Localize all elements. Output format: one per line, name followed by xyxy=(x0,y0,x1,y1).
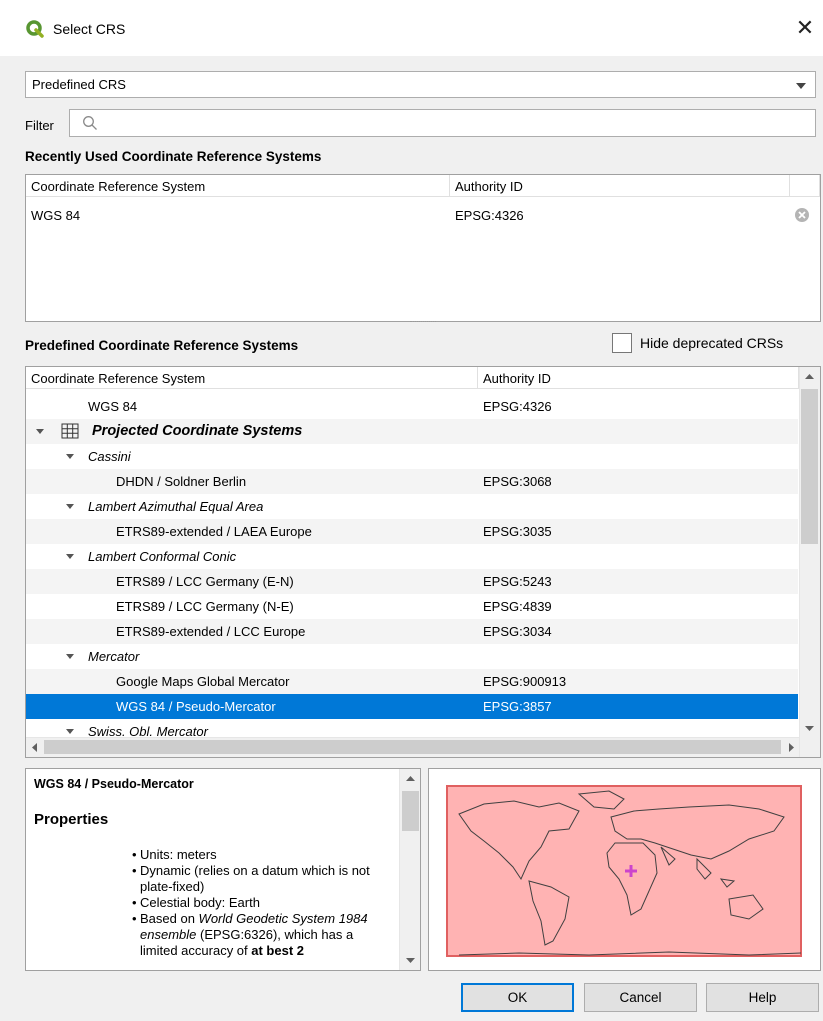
column-header-authority[interactable]: Authority ID xyxy=(478,367,799,389)
crs-authority-id: EPSG:3035 xyxy=(483,524,552,539)
scroll-right-icon[interactable] xyxy=(788,742,796,753)
chevron-down-icon[interactable] xyxy=(66,504,74,509)
tree-row[interactable]: DHDN / Soldner Berlin EPSG:3068 xyxy=(26,469,798,494)
crs-category-name: Lambert Azimuthal Equal Area xyxy=(88,499,264,514)
scroll-down-icon[interactable] xyxy=(405,957,416,965)
help-button[interactable]: Help xyxy=(706,983,819,1012)
recent-row-id[interactable]: EPSG:4326 xyxy=(455,208,524,223)
crs-authority-id: EPSG:3034 xyxy=(483,624,552,639)
splitter-handle[interactable] xyxy=(410,321,436,327)
property-item: Based on World Geodetic System 1984 ense… xyxy=(34,911,394,959)
chevron-down-icon[interactable] xyxy=(66,454,74,459)
crs-category-name: Cassini xyxy=(88,449,131,464)
predefined-crs-tree[interactable]: Coordinate Reference System Authority ID… xyxy=(25,366,821,758)
tree-row[interactable]: ETRS89-extended / LAEA Europe EPSG:3035 xyxy=(26,519,798,544)
crs-name: ETRS89 / LCC Germany (E-N) xyxy=(116,574,294,589)
scroll-up-icon[interactable] xyxy=(804,372,815,380)
search-icon xyxy=(83,116,97,130)
property-item: Dynamic (relies on a datum which is not … xyxy=(34,863,394,895)
crs-authority-id: EPSG:3857 xyxy=(483,699,552,714)
tree-row-selected[interactable]: WGS 84 / Pseudo-Mercator EPSG:3857 xyxy=(26,694,798,719)
crs-name: Google Maps Global Mercator xyxy=(116,674,290,689)
crs-name: ETRS89-extended / LCC Europe xyxy=(116,624,306,639)
hide-deprecated-checkbox[interactable] xyxy=(612,333,632,353)
crs-category-name: Lambert Conformal Conic xyxy=(88,549,237,564)
crs-name: WGS 84 xyxy=(88,399,138,414)
scroll-left-icon[interactable] xyxy=(30,742,38,753)
crs-name: ETRS89-extended / LAEA Europe xyxy=(116,524,312,539)
crs-extent-map xyxy=(428,768,821,971)
crs-authority-id: EPSG:900913 xyxy=(483,674,567,689)
crs-authority-id: EPSG:4839 xyxy=(483,599,552,614)
cancel-button[interactable]: Cancel xyxy=(584,983,697,1012)
tree-row[interactable]: Google Maps Global Mercator EPSG:900913 xyxy=(26,669,798,694)
extent-rectangle xyxy=(446,785,802,957)
tree-row[interactable]: ETRS89-extended / LCC Europe EPSG:3034 xyxy=(26,619,798,644)
qgis-logo-icon xyxy=(26,20,44,38)
remove-circle-icon[interactable] xyxy=(794,207,810,223)
recent-crs-table[interactable]: Coordinate Reference System Authority ID… xyxy=(25,174,821,322)
details-scrollbar-thumb[interactable] xyxy=(402,791,419,831)
crs-authority-id: EPSG:5243 xyxy=(483,574,552,589)
tree-row[interactable]: Lambert Conformal Conic xyxy=(26,544,798,569)
chevron-down-icon[interactable] xyxy=(66,654,74,659)
column-header-extra xyxy=(790,175,820,197)
tree-row[interactable]: Mercator xyxy=(26,644,798,669)
property-item: Units: meters xyxy=(34,847,394,863)
scroll-up-icon[interactable] xyxy=(405,774,416,782)
chevron-down-icon xyxy=(796,83,806,89)
column-header-authority[interactable]: Authority ID xyxy=(450,175,790,197)
chevron-down-icon[interactable] xyxy=(66,729,74,734)
hide-deprecated-label[interactable]: Hide deprecated CRSs xyxy=(640,335,783,351)
crs-name: WGS 84 / Pseudo-Mercator xyxy=(116,699,276,714)
property-item: Celestial body: Earth xyxy=(34,895,394,911)
details-vertical-scrollbar[interactable] xyxy=(399,769,420,970)
properties-heading: Properties xyxy=(34,811,109,828)
accuracy-value: at best 2 xyxy=(251,943,305,958)
ok-button[interactable]: OK xyxy=(461,983,574,1012)
details-heading: WGS 84 / Pseudo-Mercator xyxy=(34,777,194,791)
column-header-crs[interactable]: Coordinate Reference System xyxy=(26,175,450,197)
filter-input[interactable] xyxy=(69,109,816,137)
crs-authority-id: EPSG:3068 xyxy=(483,474,552,489)
horizontal-scrollbar-thumb[interactable] xyxy=(44,740,781,754)
column-header-crs[interactable]: Coordinate Reference System xyxy=(26,367,478,389)
crs-authority-id: EPSG:4326 xyxy=(483,399,552,414)
filter-label: Filter xyxy=(25,118,54,133)
crs-details-panel[interactable]: WGS 84 / Pseudo-Mercator Properties Unit… xyxy=(25,768,421,971)
close-button[interactable]: ✕ xyxy=(790,14,820,44)
world-map-preview xyxy=(446,785,802,957)
recent-crs-title: Recently Used Coordinate Reference Syste… xyxy=(25,149,322,164)
tree-row[interactable]: Cassini xyxy=(26,444,798,469)
tree-row[interactable]: ETRS89 / LCC Germany (N-E) EPSG:4839 xyxy=(26,594,798,619)
recent-row-name[interactable]: WGS 84 xyxy=(31,208,80,223)
tree-row[interactable]: WGS 84 EPSG:4326 xyxy=(26,394,798,419)
chevron-down-icon[interactable] xyxy=(36,429,44,434)
tree-row[interactable]: Lambert Azimuthal Equal Area xyxy=(26,494,798,519)
crs-group-name: Projected Coordinate Systems xyxy=(92,423,303,439)
properties-list: Units: meters Dynamic (relies on a datum… xyxy=(34,847,394,959)
scroll-down-icon[interactable] xyxy=(804,725,815,733)
tree-row[interactable]: Projected Coordinate Systems xyxy=(26,419,798,444)
predefined-crs-title: Predefined Coordinate Reference Systems xyxy=(25,338,299,353)
crs-category-name: Mercator xyxy=(88,649,140,664)
chevron-down-icon[interactable] xyxy=(66,554,74,559)
based-on-prefix: Based on xyxy=(140,911,199,926)
tree-row[interactable]: ETRS89 / LCC Germany (E-N) EPSG:5243 xyxy=(26,569,798,594)
crs-name: DHDN / Soldner Berlin xyxy=(116,474,247,489)
vertical-scrollbar-thumb[interactable] xyxy=(801,389,818,544)
crs-mode-value: Predefined CRS xyxy=(32,77,126,92)
crs-name: ETRS89 / LCC Germany (N-E) xyxy=(116,599,294,614)
window-title: Select CRS xyxy=(53,21,126,37)
grid-icon xyxy=(61,423,79,439)
crs-mode-dropdown[interactable]: Predefined CRS xyxy=(25,71,816,98)
